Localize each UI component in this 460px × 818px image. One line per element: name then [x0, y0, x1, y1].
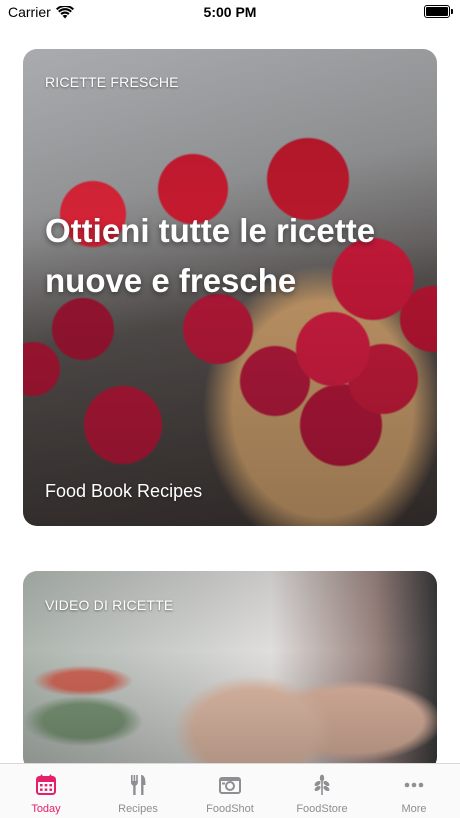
battery-icon [424, 5, 453, 18]
tab-label: FoodStore [296, 803, 348, 815]
tab-label: FoodShot [206, 803, 254, 815]
tab-foodstore[interactable]: FoodStore [276, 764, 368, 818]
camera-icon [219, 774, 241, 796]
featured-card-recipe-videos[interactable]: VIDEO DI RICETTE [23, 571, 437, 771]
card-title: Ottieni tutte le ricette nuove e fresche [45, 212, 376, 299]
card-kicker: RICETTE FRESCHE [45, 74, 179, 90]
featured-card-fresh-recipes[interactable]: RICETTE FRESCHE Ottieni tutte le ricette… [23, 49, 437, 526]
tab-bar: Today Recipes FoodShot FoodStore More [0, 763, 460, 818]
status-time: 5:00 PM [203, 4, 257, 20]
tab-label: Recipes [118, 803, 158, 815]
tab-recipes[interactable]: Recipes [92, 764, 184, 818]
fork-knife-icon [127, 774, 149, 796]
more-icon [403, 774, 425, 796]
card-footer: Food Book Recipes [45, 481, 203, 501]
card-kicker: VIDEO DI RICETTE [45, 597, 174, 613]
tab-today[interactable]: Today [0, 764, 92, 818]
tab-foodshot[interactable]: FoodShot [184, 764, 276, 818]
tab-label: Today [31, 803, 61, 815]
leaf-icon [311, 774, 333, 796]
tab-more[interactable]: More [368, 764, 460, 818]
tab-label: More [401, 803, 427, 815]
status-bar: Carrier 5:00 PM [0, 0, 460, 26]
calendar-icon [35, 774, 57, 796]
